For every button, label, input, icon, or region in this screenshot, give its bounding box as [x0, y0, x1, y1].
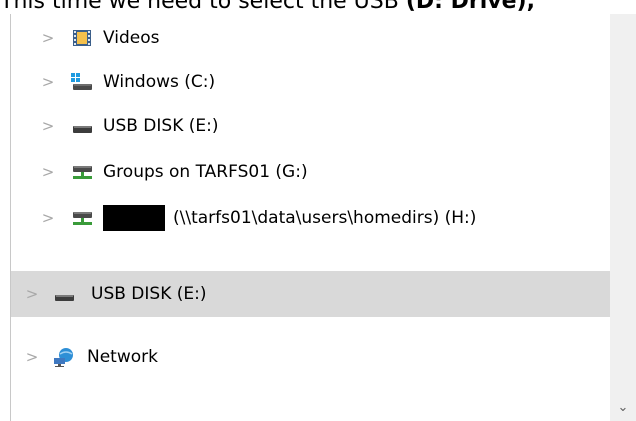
usb-drive-icon [53, 285, 75, 303]
tree-item-label: Groups on TARFS01 (G:) [103, 162, 308, 182]
redaction-box [103, 205, 165, 231]
tree-item-label: Videos [103, 28, 160, 48]
tree-item-label: USB DISK (E:) [103, 116, 219, 136]
scroll-down-icon[interactable]: ⌄ [610, 395, 636, 421]
network-drive-icon [71, 163, 93, 181]
usb-drive-icon [71, 117, 93, 135]
caption-bold-text: (D: Drive), [405, 0, 535, 14]
vertical-scrollbar[interactable]: ⌄ [610, 14, 636, 421]
network-drive-icon [71, 209, 93, 227]
tree-item-label-wrapper: (\\tarfs01\data\users\homedirs) (H:) [103, 205, 476, 231]
tree-item-label: Network [87, 347, 158, 367]
caption-text: This time we need to select the USB [0, 0, 406, 14]
expand-chevron-icon[interactable]: > [25, 349, 39, 365]
expand-chevron-icon[interactable]: > [25, 286, 39, 302]
tree-item-homedirs-h[interactable]: > (\\tarfs01\data\users\homedirs) (H:) [11, 196, 611, 240]
tree-item-groups-g[interactable]: > Groups on TARFS01 (G:) [11, 150, 611, 194]
expand-chevron-icon[interactable]: > [41, 164, 55, 180]
tree-item-windows-c[interactable]: > Windows (C:) [11, 60, 611, 104]
videos-folder-icon [71, 29, 93, 47]
network-icon [53, 348, 75, 367]
tree-item-videos[interactable]: > Videos [11, 16, 611, 60]
tree-item-label: Windows (C:) [103, 72, 216, 92]
tree-item-usb-disk-e[interactable]: > USB DISK (E:) [11, 104, 611, 148]
expand-chevron-icon[interactable]: > [41, 30, 55, 46]
expand-chevron-icon[interactable]: > [41, 210, 55, 226]
instruction-caption: This time we need to select the USB (D: … [0, 0, 636, 14]
expand-chevron-icon[interactable]: > [41, 118, 55, 134]
tree-item-usb-disk-e-selected[interactable]: > USB DISK (E:) [11, 271, 611, 317]
tree-item-label: USB DISK (E:) [91, 284, 207, 304]
tree-item-label: (\\tarfs01\data\users\homedirs) (H:) [173, 208, 477, 228]
expand-chevron-icon[interactable]: > [41, 74, 55, 90]
tree-item-network[interactable]: > Network [11, 335, 611, 379]
navigation-pane: > Videos > Windows (C:) > USB DISK (E:) … [10, 14, 611, 421]
windows-drive-icon [71, 73, 93, 91]
